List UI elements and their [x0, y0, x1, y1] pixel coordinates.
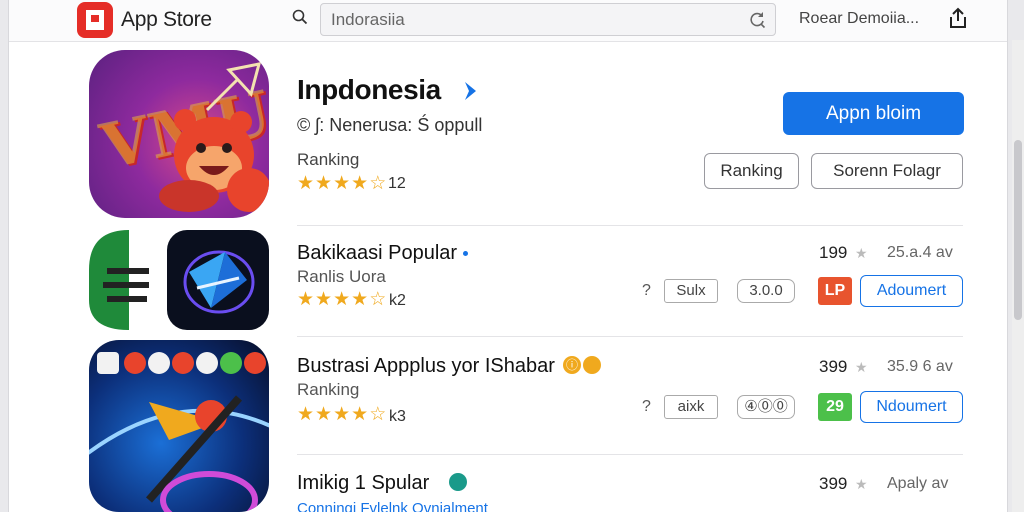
row1-star-icon: ★	[855, 245, 868, 261]
row3-subtitle-link[interactable]: Conningi Fvlelnk Ovnialment	[297, 500, 488, 512]
divider	[297, 336, 963, 337]
featured-app-title: Inpdonesia	[297, 74, 441, 105]
row2-version-chip[interactable]: ④⓪⓪	[737, 395, 795, 419]
star-icon: ☆	[369, 404, 387, 425]
featured-app-icon[interactable]: VMUA VMUA	[89, 50, 269, 218]
row2-star-icon: ★	[855, 359, 868, 375]
docs-app-icon[interactable]	[89, 230, 155, 330]
brand-name: App Store	[121, 8, 212, 31]
row1-version-chip[interactable]: 3.0.0	[737, 279, 795, 303]
secondary-action-button[interactable]: Sorenn Folagr	[811, 153, 963, 189]
search-icon[interactable]	[292, 9, 308, 25]
row1-chip[interactable]: Sulx	[664, 279, 718, 303]
star-icon: ★	[315, 404, 333, 425]
star-icon: ☆	[369, 289, 387, 310]
featured-star-rating: ★ ★ ★ ★ ☆	[297, 174, 386, 193]
star-icon: ★	[297, 173, 315, 194]
row1-meta: 25.a.4 av	[887, 244, 953, 261]
row2-subtitle: Ranking	[297, 380, 360, 399]
row1-star-rating: ★ ★ ★ ★ ☆	[297, 290, 386, 309]
row2-badge-dot	[583, 356, 601, 374]
row2-action-button[interactable]: Ndoumert	[860, 391, 963, 423]
divider	[297, 454, 963, 455]
star-icon: ★	[297, 289, 315, 310]
star-icon: ★	[351, 289, 369, 310]
row2-tag: 29	[818, 393, 852, 421]
row2-title[interactable]: Bustrasi Appplus yor IShabar	[297, 355, 555, 378]
featured-rank-label: Ranking	[297, 150, 360, 169]
row2-meta: 35.9 6 av	[887, 358, 953, 375]
row3-meta: Apaly av	[887, 475, 949, 492]
ranking-button[interactable]: Ranking	[704, 153, 799, 189]
featured-app-subtitle: © ʃ: Nenerusa: Ś oppull	[297, 115, 483, 135]
star-icon: ★	[315, 173, 333, 194]
row2-count: 399	[819, 357, 848, 376]
refresh-icon[interactable]	[748, 11, 766, 29]
star-icon: ★	[333, 173, 351, 194]
share-icon[interactable]	[947, 6, 969, 30]
featured-primary-button[interactable]: Appn bloim	[783, 92, 964, 135]
row3-star-icon: ★	[855, 476, 868, 492]
star-icon: ★	[315, 289, 333, 310]
row1-rating-count: k2	[389, 292, 406, 309]
star-icon: ☆	[369, 173, 387, 194]
scrollbar-thumb[interactable]	[1014, 140, 1022, 320]
top-bar: App Store Roear Demoiia...	[9, 0, 1007, 42]
row3-count: 399	[819, 474, 848, 493]
app-store-logo[interactable]	[77, 2, 113, 38]
game-app-icon[interactable]	[89, 340, 269, 512]
scrollbar[interactable]	[1012, 40, 1024, 512]
search-field[interactable]	[320, 3, 776, 36]
star-icon: ★	[297, 404, 315, 425]
row3-title[interactable]: Imikig 1 Spular	[297, 472, 429, 495]
row2-chip[interactable]: aixk	[664, 395, 718, 419]
row1-subtitle: Ranlis Uora	[297, 267, 386, 286]
row3-verified-icon	[449, 473, 467, 491]
star-icon: ★	[351, 404, 369, 425]
verified-badge-icon	[465, 82, 476, 100]
row2-badge-icon: ⓘ	[563, 356, 581, 374]
row1-help-icon[interactable]: ?	[642, 282, 651, 300]
divider	[297, 225, 963, 226]
star-icon: ★	[333, 404, 351, 425]
star-icon: ★	[333, 289, 351, 310]
row1-title[interactable]: Bakikaasi Popular	[297, 242, 457, 265]
row2-star-rating: ★ ★ ★ ★ ☆	[297, 405, 386, 424]
row1-action-button[interactable]: Adoumert	[860, 275, 963, 307]
row1-dot	[463, 251, 468, 256]
search-input[interactable]	[331, 8, 731, 32]
row1-count: 199	[819, 243, 848, 262]
featured-rating-count: 12	[388, 175, 406, 192]
user-name[interactable]: Roear Demoiia...	[799, 10, 919, 28]
row2-help-icon[interactable]: ?	[642, 398, 651, 416]
row1-tag: LP	[818, 277, 852, 305]
star-icon: ★	[351, 173, 369, 194]
app-store-window: App Store Roear Demoiia... VMUA VMUA	[8, 0, 1008, 512]
row2-rating-count: k3	[389, 408, 406, 425]
navigation-app-icon[interactable]	[167, 230, 269, 330]
